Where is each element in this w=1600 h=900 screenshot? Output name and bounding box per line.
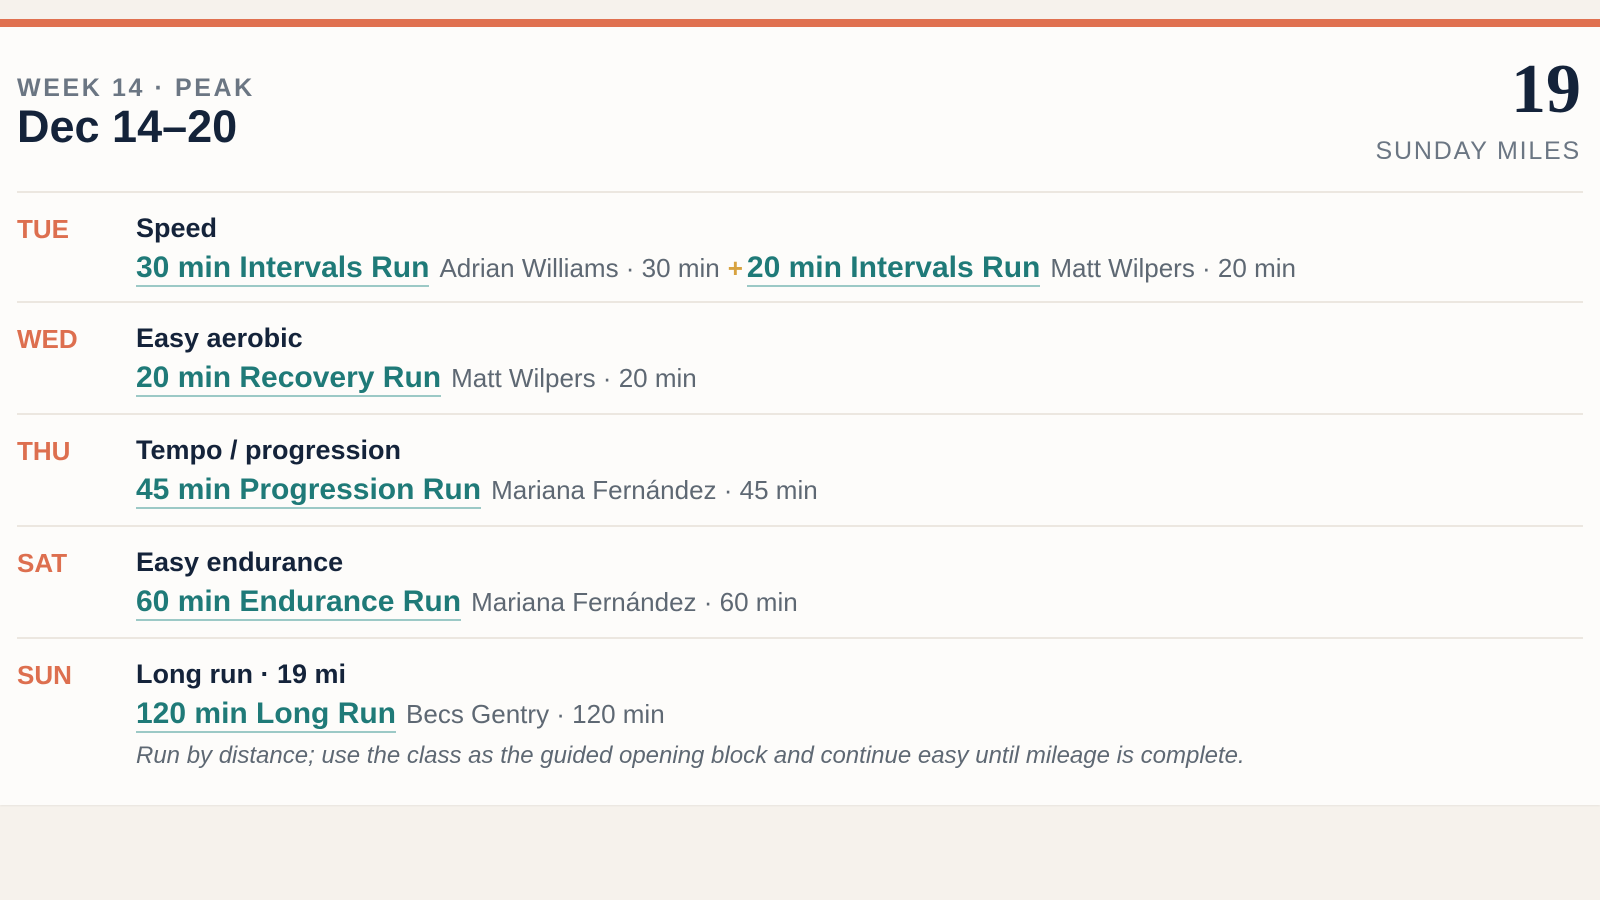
workout-focus: Long run · 19 mi <box>136 659 347 689</box>
day-label: THU <box>17 436 71 466</box>
day-label: SUN <box>17 660 72 690</box>
class-meta: Becs Gentry · 120 min <box>406 699 665 729</box>
class-line: 60 min Endurance Run Mariana Fernández · … <box>136 582 1583 622</box>
class-line: 20 min Recovery Run Matt Wilpers · 20 min <box>136 358 1583 398</box>
day-content: Speed 30 min Intervals Run Adrian William… <box>136 210 1583 288</box>
class-link[interactable]: 30 min Intervals Run <box>136 251 430 287</box>
class-meta: Mariana Fernández · 60 min <box>471 587 798 617</box>
day-row-wed: WED Easy aerobic 20 min Recovery Run Matt… <box>17 303 1583 415</box>
workout-focus: Easy aerobic <box>136 323 303 353</box>
sunday-miles-value: 19 <box>1511 51 1581 128</box>
day-list: TUE Speed 30 min Intervals Run Adrian Wil… <box>17 193 1583 799</box>
class-link[interactable]: 20 min Intervals Run <box>746 251 1041 287</box>
day-label: SAT <box>17 548 68 578</box>
workout-focus: Tempo / progression <box>136 435 402 465</box>
day-content: Tempo / progression 45 min Progression R… <box>136 432 1583 510</box>
week-header: WEEK 14 · PEAK Dec 14–20 19 SUNDAY MILES <box>17 27 1583 193</box>
day-content: Long run · 19 mi 120 min Long Run Becs Ge… <box>136 656 1583 770</box>
workout-note: Run by distance; use the class as the gu… <box>136 742 1245 769</box>
class-link[interactable]: 45 min Progression Run <box>136 473 482 509</box>
day-content: Easy endurance 60 min Endurance Run Maria… <box>136 544 1583 622</box>
class-meta: Matt Wilpers · 20 min <box>1050 253 1296 283</box>
class-line: 120 min Long Run Becs Gentry · 120 min <box>136 694 1583 734</box>
week-phase-label: WEEK 14 · PEAK <box>17 74 255 102</box>
workout-focus: Speed <box>136 213 218 243</box>
day-row-sat: SAT Easy endurance 60 min Endurance Run M… <box>17 527 1583 639</box>
workout-focus: Easy endurance <box>136 547 344 577</box>
class-line: 45 min Progression Run Mariana Fernández … <box>136 470 1583 510</box>
day-row-thu: THU Tempo / progression 45 min Progressi… <box>17 415 1583 527</box>
class-link[interactable]: 20 min Recovery Run <box>136 361 442 397</box>
day-row-sun: SUN Long run · 19 mi 120 min Long Run Bec… <box>17 639 1583 799</box>
class-link[interactable]: 60 min Endurance Run <box>136 585 462 621</box>
day-content: Easy aerobic 20 min Recovery Run Matt Wil… <box>136 320 1583 398</box>
day-label: WED <box>17 324 78 354</box>
class-link[interactable]: 120 min Long Run <box>136 697 397 733</box>
plus-joiner: + <box>727 253 743 283</box>
sunday-miles-label: SUNDAY MILES <box>1375 137 1581 165</box>
day-row-tue: TUE Speed 30 min Intervals Run Adrian Wil… <box>17 193 1583 303</box>
class-meta: Matt Wilpers · 20 min <box>451 363 697 393</box>
week-date-range: Dec 14–20 <box>17 101 238 152</box>
day-label: TUE <box>17 214 69 244</box>
class-meta: Adrian Williams · 30 min <box>439 253 720 283</box>
class-line: 30 min Intervals Run Adrian Williams · 30… <box>136 248 1583 288</box>
week-plan-card: WEEK 14 · PEAK Dec 14–20 19 SUNDAY MILES… <box>0 19 1600 805</box>
class-meta: Mariana Fernández · 45 min <box>491 475 818 505</box>
